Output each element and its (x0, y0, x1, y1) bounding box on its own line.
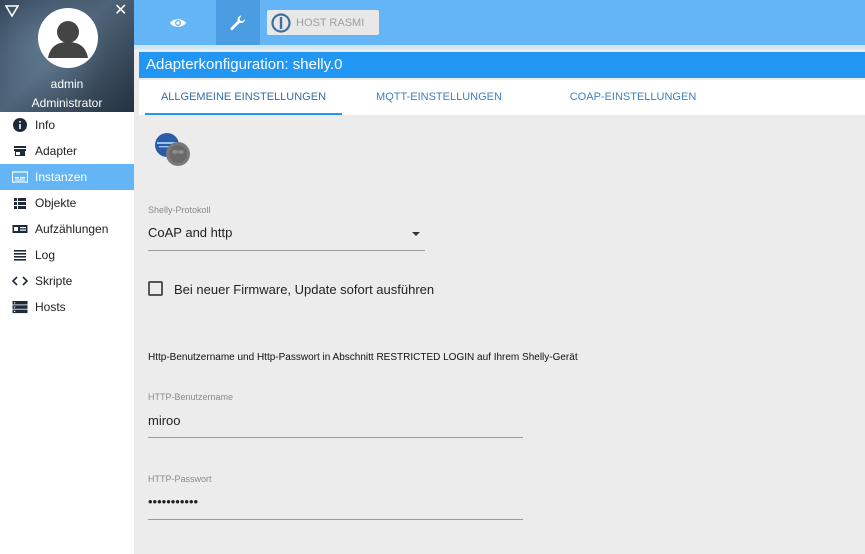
username-label: HTTP-Benutzername (148, 392, 234, 402)
username-underline (148, 437, 523, 438)
password-underline (148, 519, 523, 520)
sidebar-item-label: Instanzen (35, 170, 88, 184)
sidebar-item-skripte[interactable]: Skripte (0, 268, 134, 294)
sidebar-nav: Info Adapter Instanzen Objekte Aufzählun… (0, 112, 134, 320)
sidebar-item-label: Objekte (35, 196, 77, 210)
shelly-adapter-logo-icon (155, 133, 190, 166)
sidebar-item-label: Info (35, 118, 56, 132)
instances-icon (12, 169, 28, 185)
hosts-icon (12, 299, 28, 315)
log-icon (12, 247, 28, 263)
protocol-select[interactable]: CoAP and http (148, 225, 232, 240)
username-field[interactable]: miroo (148, 413, 181, 428)
host-label: HOST RASMI (296, 16, 365, 29)
protocol-label: Shelly-Protokoll (148, 205, 211, 215)
code-icon (12, 273, 28, 289)
user-role: Administrator (31, 96, 103, 110)
profile-header: ✕ admin Administrator (0, 0, 134, 112)
settings-tabs: ALLGEMEINE EINSTELLUNGEN MQTT-EINSTELLUN… (139, 80, 865, 115)
wrench-icon (230, 14, 246, 30)
avatar[interactable] (38, 8, 98, 68)
menu-toggle-icon[interactable] (5, 4, 19, 18)
password-field[interactable]: ••••••••••• (148, 494, 198, 509)
sidebar-item-label: Hosts (35, 300, 66, 314)
sidebar-item-hosts[interactable]: Hosts (0, 294, 134, 320)
sidebar-item-label: Skripte (35, 274, 73, 288)
sidebar-item-log[interactable]: Log (0, 242, 134, 268)
auto-update-checkbox[interactable] (148, 281, 163, 296)
host-button[interactable]: HOST RASMI (267, 10, 379, 35)
tab-coap-settings[interactable]: COAP-EINSTELLUNGEN (549, 80, 717, 115)
settings-wrench-button[interactable] (216, 0, 260, 45)
page-title: Adapterkonfiguration: shelly.0 (139, 52, 865, 78)
tab-general-settings[interactable]: ALLGEMEINE EINSTELLUNGEN (145, 80, 342, 115)
sidebar-item-objekte[interactable]: Objekte (0, 190, 134, 216)
password-label: HTTP-Passwort (148, 474, 212, 484)
sidebar-item-instanzen[interactable]: Instanzen (0, 164, 134, 190)
user-name: admin (50, 77, 84, 91)
iobroker-logo-icon (271, 12, 291, 33)
auto-update-label: Bei neuer Firmware, Update sofort ausfüh… (174, 282, 435, 297)
protocol-underline (148, 250, 425, 251)
http-credentials-info: Http-Benutzername und Http-Passwort in A… (148, 352, 578, 363)
top-toolbar: HOST RASMI (134, 0, 865, 45)
store-icon (12, 143, 28, 159)
sidebar-item-adapter[interactable]: Adapter (0, 138, 134, 164)
enum-icon (12, 221, 28, 237)
eye-button[interactable] (156, 0, 200, 45)
sidebar: ✕ admin Administrator Info Adapter Insta… (0, 0, 134, 554)
list-icon (12, 195, 28, 211)
sidebar-item-info[interactable]: Info (0, 112, 134, 138)
toolbar-divider (134, 45, 865, 49)
sidebar-item-aufzaehlungen[interactable]: Aufzählungen (0, 216, 134, 242)
eye-icon (170, 18, 186, 27)
chevron-down-icon[interactable] (412, 232, 420, 236)
sidebar-item-label: Adapter (35, 144, 78, 158)
sidebar-item-label: Log (35, 248, 56, 262)
info-icon (12, 117, 28, 133)
close-icon[interactable]: ✕ (114, 3, 127, 19)
tab-mqtt-settings[interactable]: MQTT-EINSTELLUNGEN (354, 80, 524, 115)
sidebar-item-label: Aufzählungen (35, 222, 109, 236)
